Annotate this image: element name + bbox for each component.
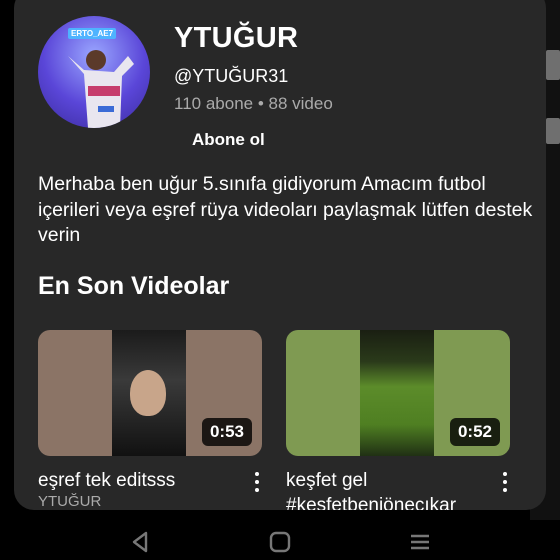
background-mark — [546, 118, 560, 144]
video-thumbnail[interactable]: 0:52 — [286, 330, 510, 456]
video-thumbnail[interactable]: 0:53 — [38, 330, 262, 456]
more-vert-icon[interactable] — [500, 470, 510, 494]
subscribe-button[interactable]: Abone ol — [192, 130, 265, 150]
video-title[interactable]: keşfet gel #keşfetbeniönecıkar — [286, 468, 486, 510]
thumbnail-frame — [360, 330, 434, 456]
home-icon[interactable] — [268, 530, 292, 554]
background-mark — [546, 50, 560, 80]
video-card[interactable]: 0:53 eşref tek editsss YTUĞUR — [38, 330, 262, 510]
latest-videos-title: En Son Videolar — [38, 272, 230, 300]
video-duration: 0:53 — [201, 418, 252, 446]
video-meta: YTUĞUR — [38, 493, 102, 510]
more-vert-icon[interactable] — [252, 470, 262, 494]
system-nav-bar — [0, 520, 560, 560]
channel-card: ERTO_AE7 YTUĞUR @YTUĞUR31 110 abone • 88… — [14, 0, 546, 510]
video-duration: 0:52 — [449, 418, 500, 446]
recents-icon[interactable] — [408, 530, 432, 554]
thumbnail-subject — [130, 370, 166, 416]
channel-stats: 110 abone • 88 video — [174, 94, 333, 113]
channel-handle: @YTUĞUR31 — [174, 66, 289, 86]
channel-name: YTUĞUR — [174, 22, 299, 54]
video-title[interactable]: eşref tek editsss — [38, 468, 238, 493]
avatar-logo-text: ERTO_AE7 — [68, 28, 117, 39]
channel-avatar[interactable]: ERTO_AE7 — [38, 16, 150, 128]
channel-description: Merhaba ben uğur 5.sınıfa gidiyorum Amac… — [38, 173, 533, 246]
back-icon[interactable] — [128, 530, 152, 554]
video-card[interactable]: 0:52 keşfet gel #keşfetbeniönecıkar — [286, 330, 510, 510]
